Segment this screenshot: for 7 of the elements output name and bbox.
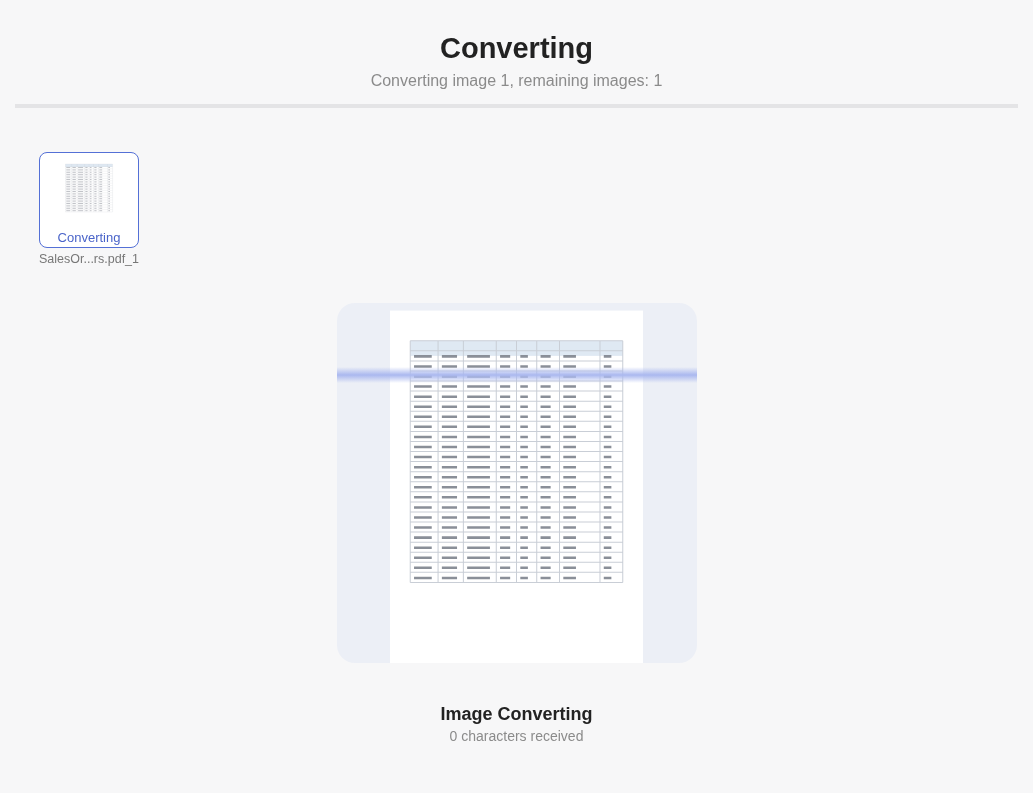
file-thumbnail[interactable]: Converting xyxy=(39,152,139,248)
status-label: Converting xyxy=(57,230,121,245)
file-name: SalesOr...rs.pdf_1 xyxy=(38,252,140,266)
character-count: 0 characters received xyxy=(449,728,584,744)
page-title: Converting xyxy=(439,31,594,66)
progress-subtitle: Converting image 1, remaining images: 1 xyxy=(370,71,663,91)
status-title: Image Converting xyxy=(440,703,593,725)
